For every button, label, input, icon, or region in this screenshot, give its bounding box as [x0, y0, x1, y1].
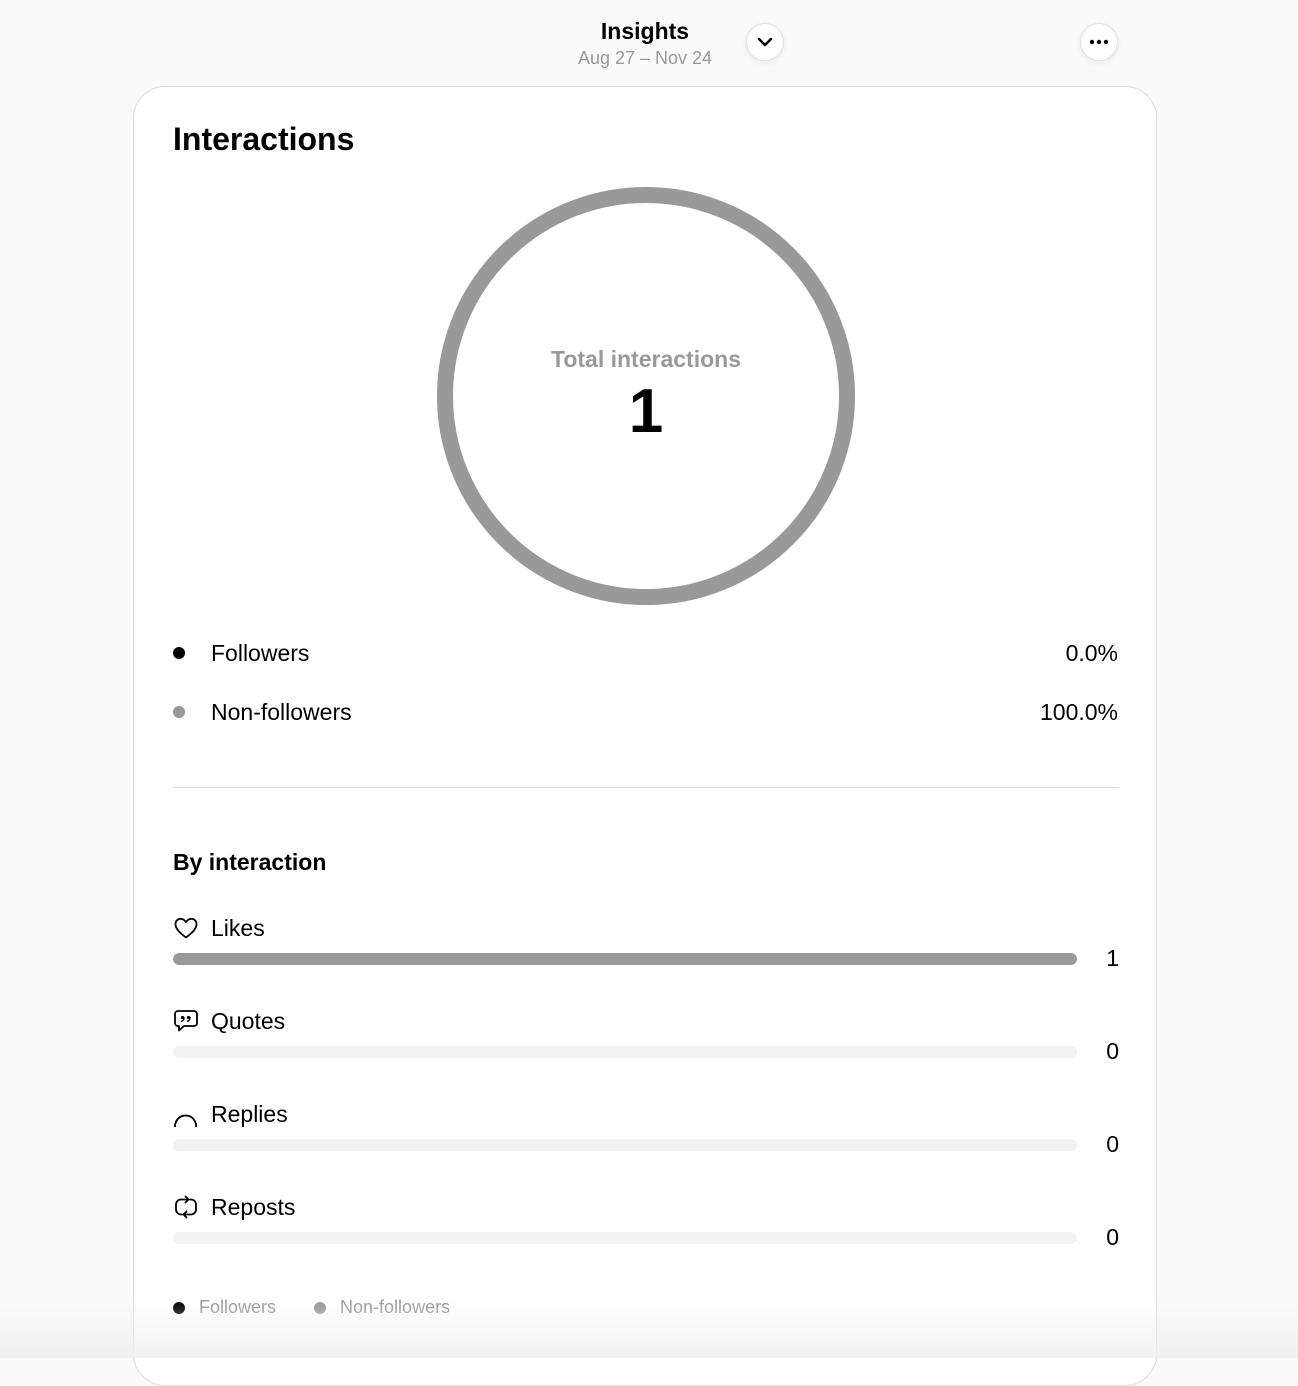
legend-item-followers: Followers [173, 1297, 276, 1318]
legend-label: Followers [199, 1297, 277, 1317]
audience-row-non-followers: Non-followers 100.0% [173, 697, 1118, 727]
by-interaction-title: By interaction [173, 849, 327, 875]
metric-likes: Likes 1 [173, 913, 1119, 983]
top-bar: Insights Aug 27 – Nov 24 [0, 0, 1298, 88]
metric-value: 0 [1106, 1038, 1119, 1064]
audience-row-followers: Followers 0.0% [173, 638, 1118, 668]
metric-head: Replies [173, 1099, 288, 1129]
audience-value: 0.0% [1065, 639, 1118, 666]
donut-total-value: 1 [628, 377, 664, 446]
audience-value: 100.0% [1039, 698, 1118, 725]
metric-quotes: Quotes 0 [173, 1006, 1119, 1076]
audience-label: Followers [211, 639, 310, 666]
metric-bar-track [173, 953, 1077, 965]
repost-icon [173, 1194, 199, 1220]
reply-bubble-icon [173, 1101, 199, 1127]
metric-value: 1 [1106, 945, 1119, 971]
metric-value: 0 [1106, 1224, 1119, 1250]
audience-label: Non-followers [211, 698, 352, 725]
followers-dot [173, 647, 185, 659]
metric-label: Replies [211, 1100, 288, 1127]
metric-bar-track [173, 1232, 1077, 1244]
metric-reposts: Reposts 0 [173, 1192, 1119, 1262]
interactions-card: Interactions Total interactions 1 Follow… [133, 86, 1157, 1386]
chevron-down-icon [757, 37, 773, 47]
followers-dot [173, 1301, 185, 1314]
metric-label: Likes [211, 914, 265, 941]
donut-label: Total interactions [551, 346, 741, 372]
more-horizontal-icon [1089, 39, 1109, 45]
metric-bar-track [173, 1046, 1077, 1058]
metric-value: 0 [1106, 1131, 1119, 1157]
interactions-donut-chart: Total interactions 1 [437, 187, 855, 605]
non-followers-dot [173, 706, 185, 718]
heart-icon [173, 915, 199, 941]
metric-head: Reposts [173, 1192, 295, 1222]
metric-bar-track [173, 1139, 1077, 1151]
legend-label: Non-followers [340, 1297, 451, 1317]
metric-head: Likes [173, 913, 265, 943]
quote-bubble-icon [173, 1008, 199, 1034]
bar-legend: Followers Non-followers [173, 1297, 488, 1318]
date-range-dropdown-button[interactable] [746, 23, 784, 61]
card-title: Interactions [173, 121, 355, 157]
metric-label: Reposts [211, 1193, 296, 1220]
metric-replies: Replies 0 [173, 1099, 1119, 1169]
metric-head: Quotes [173, 1006, 285, 1036]
metric-bar-fill [173, 953, 1077, 965]
more-options-button[interactable] [1080, 23, 1118, 61]
metric-label: Quotes [211, 1007, 286, 1034]
divider [173, 787, 1119, 788]
non-followers-dot [314, 1301, 327, 1314]
legend-item-non-followers: Non-followers [314, 1297, 450, 1318]
